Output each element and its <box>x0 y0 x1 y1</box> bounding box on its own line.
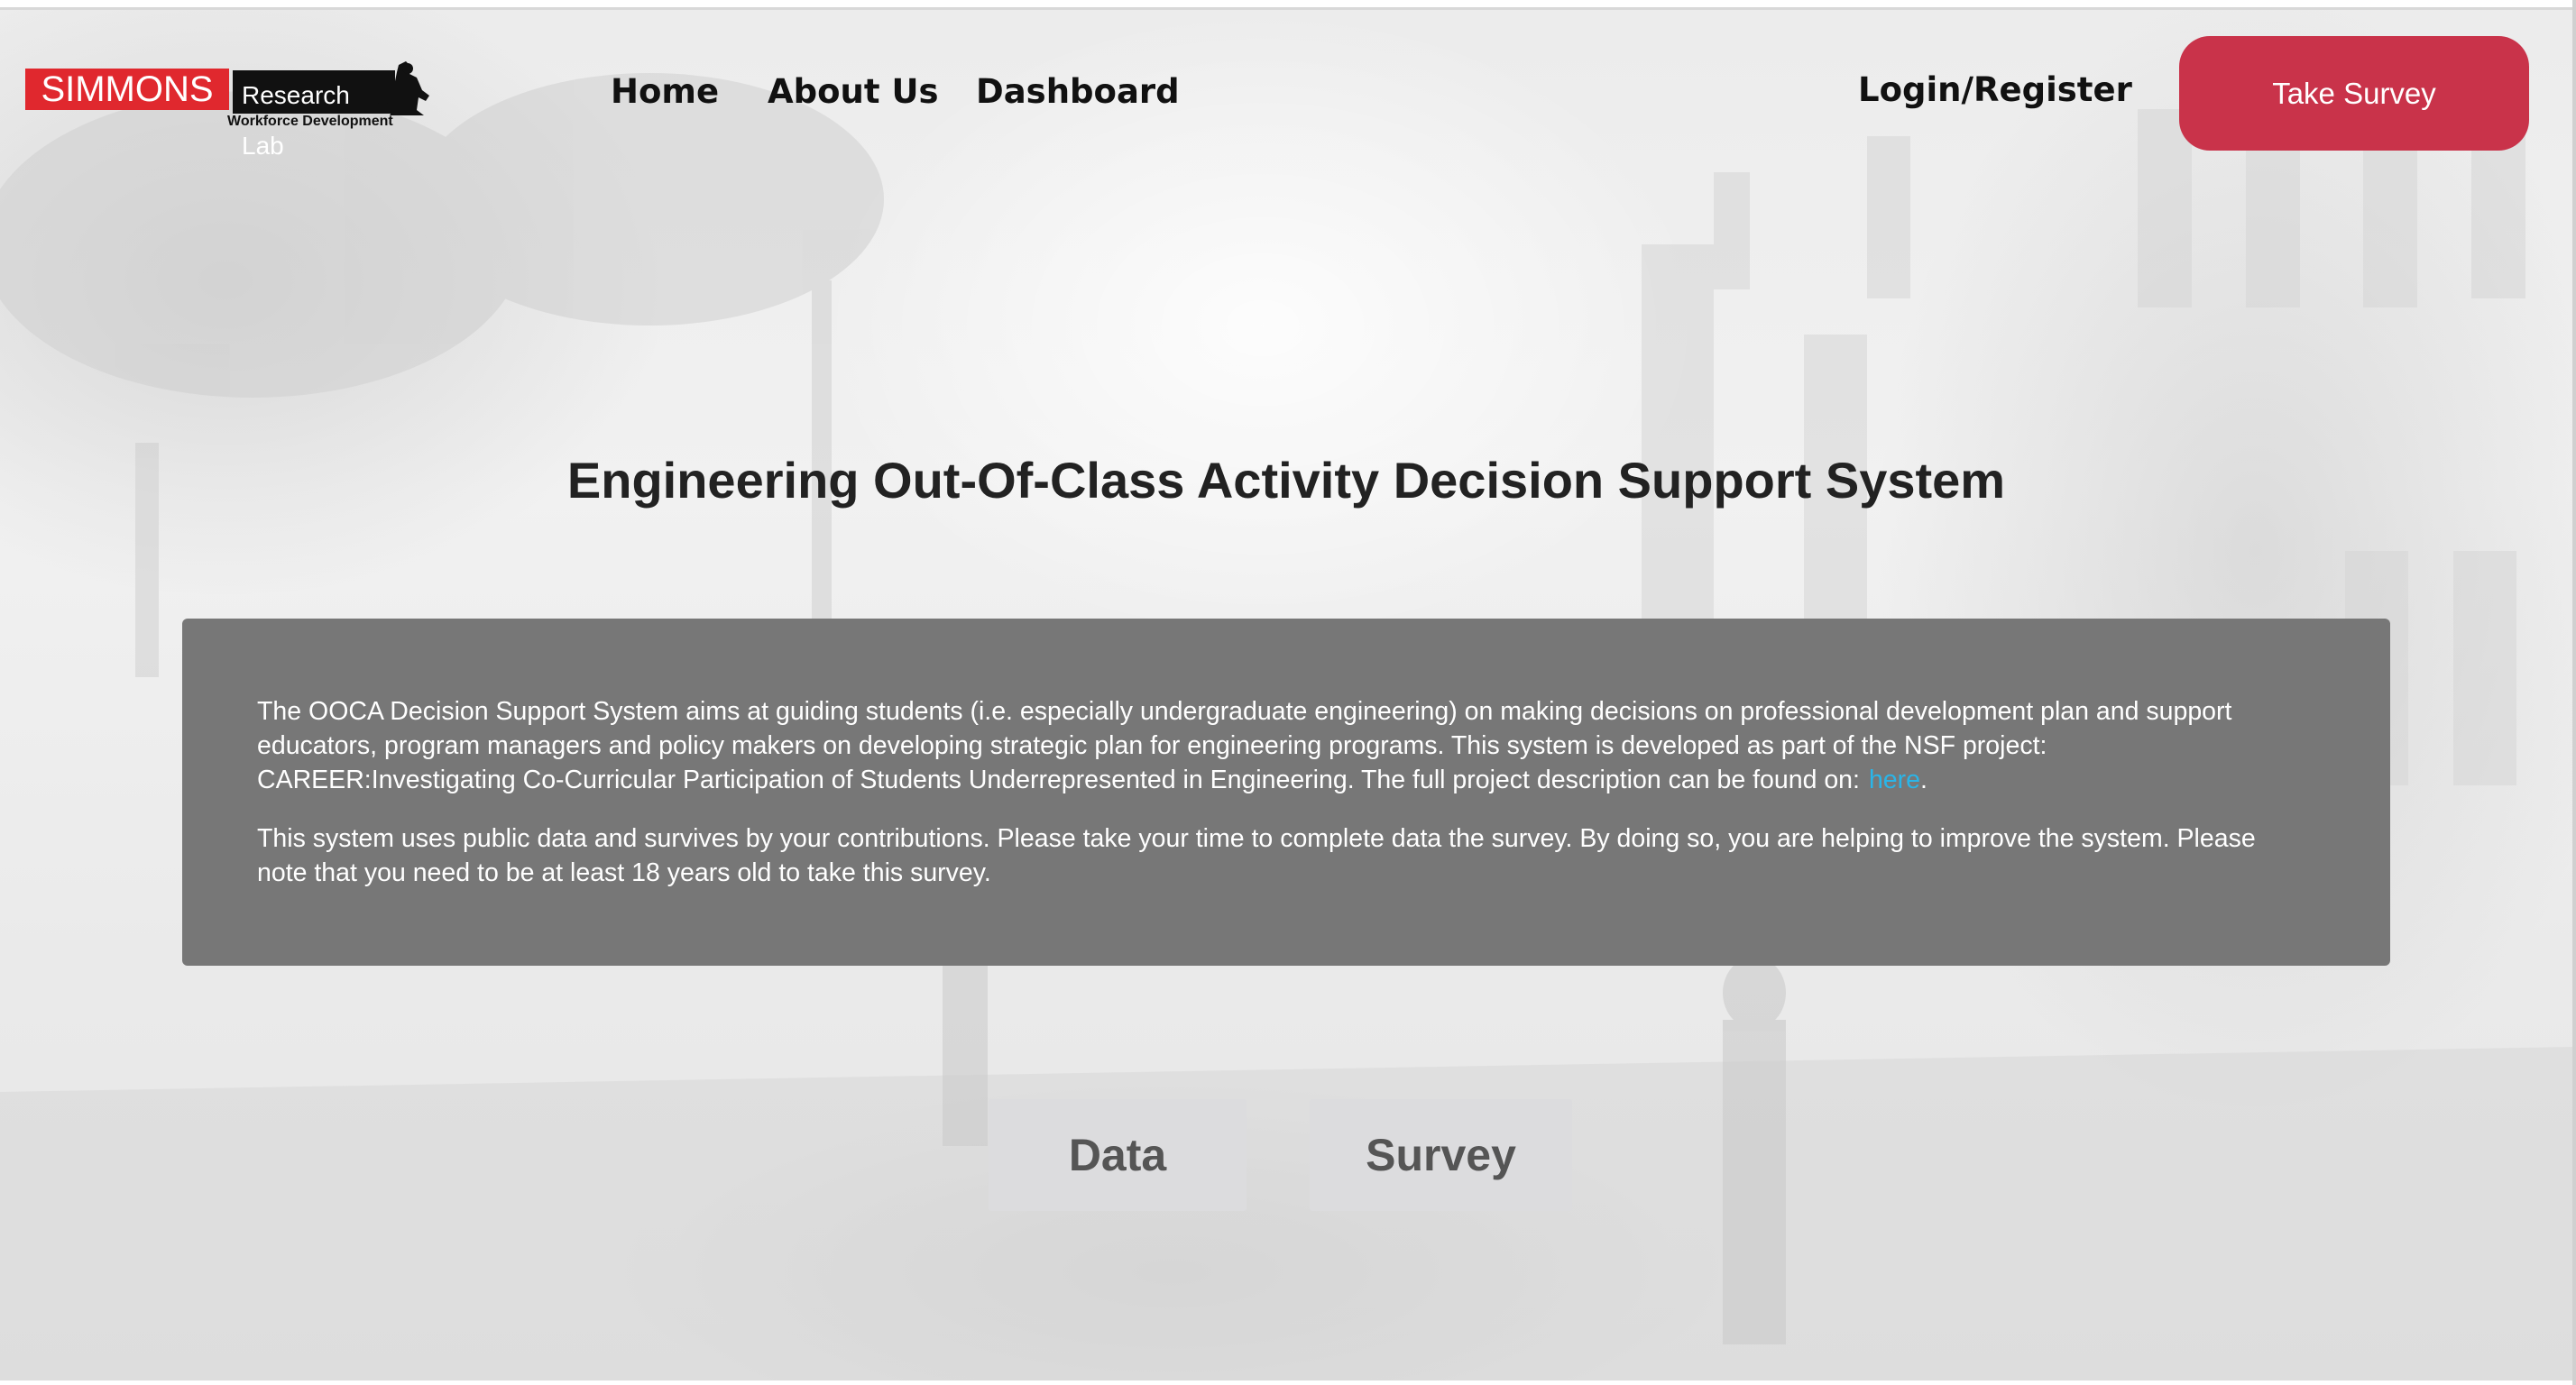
nav-about-link[interactable]: About Us <box>768 72 939 111</box>
description-paragraph-1: The OOCA Decision Support System aims at… <box>257 694 2309 797</box>
site-logo[interactable]: SIMMONS Research Lab Workforce Developme… <box>25 60 431 160</box>
page-title-row: Engineering Out-Of-Class Activity Decisi… <box>0 451 2572 509</box>
nav-dashboard-link[interactable]: Dashboard <box>976 72 1180 111</box>
description-period: . <box>1920 766 1927 794</box>
nav-home-link[interactable]: Home <box>611 72 719 111</box>
page-title: Engineering Out-Of-Class Activity Decisi… <box>566 452 2006 509</box>
take-survey-button[interactable]: Take Survey <box>2179 36 2529 151</box>
description-panel: The OOCA Decision Support System aims at… <box>182 619 2390 966</box>
logo-subtitle: Workforce Development <box>227 114 393 129</box>
top-divider <box>0 7 2576 10</box>
page: SIMMONS Research Lab Workforce Developme… <box>0 0 2576 1385</box>
login-register-link[interactable]: Login/Register <box>1858 70 2132 109</box>
description-paragraph-2: This system uses public data and survive… <box>257 824 2256 887</box>
logo-brand-text: SIMMONS <box>25 69 229 110</box>
mascot-silhouette-icon <box>377 61 429 115</box>
data-button[interactable]: Data <box>989 1099 1247 1211</box>
survey-button[interactable]: Survey <box>1310 1099 1572 1211</box>
window-right-edge <box>2572 0 2576 1385</box>
description-text-1: The OOCA Decision Support System aims at… <box>257 697 2232 794</box>
logo-lab-text: Research Lab <box>233 70 395 160</box>
project-description-link[interactable]: here <box>1869 766 1920 794</box>
